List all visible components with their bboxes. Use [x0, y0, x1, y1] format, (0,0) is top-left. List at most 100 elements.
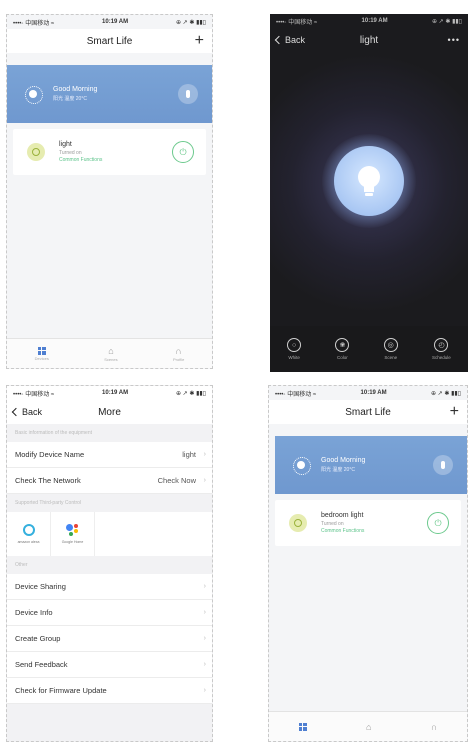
weather-detail: 阳光 温度 20°C	[321, 467, 355, 473]
battery-indicators: ⊕ ↗ ✱ ▮▮▯	[175, 390, 206, 397]
chevron-right-icon: ›	[203, 661, 206, 668]
section-basic-info: Basic information of the equipment	[7, 424, 212, 442]
control-schedule[interactable]: ◴ Schedule	[432, 338, 451, 360]
third-party-controls: amazon alexa Google Home	[7, 512, 212, 556]
page-title: Smart Life	[86, 35, 133, 47]
create-group-row[interactable]: Create Group ›	[7, 626, 212, 652]
scene-icon: ◎	[383, 338, 398, 352]
common-functions-link[interactable]: Common Functions	[321, 528, 364, 534]
row-label: Check for Firmware Update	[15, 686, 107, 695]
tab-devices[interactable]	[298, 722, 307, 731]
device-card-light[interactable]: light Turned on Common Functions ⏻	[13, 129, 206, 175]
control-color[interactable]: ❀ Color	[335, 338, 350, 360]
home-icon: ⌂	[366, 721, 372, 732]
tab-bar: ⌂ ∩	[269, 711, 467, 741]
tab-label: Scenes	[104, 356, 118, 362]
grid-icon	[37, 346, 46, 355]
check-network-row[interactable]: Check The Network Check Now ›	[7, 468, 212, 494]
tab-label: Devices	[34, 355, 49, 361]
status-bar: ••••◦ 中国移动 ≈ 10:19 AM ⊕ ↗ ✱ ▮▮▯	[7, 386, 212, 400]
bulb-device-icon	[289, 514, 307, 532]
chevron-right-icon: ›	[203, 583, 206, 590]
row-label: Device Info	[15, 608, 53, 617]
device-state: Turned on	[59, 150, 82, 156]
sun-icon	[293, 457, 311, 475]
back-button[interactable]: Back	[274, 28, 306, 52]
headset-icon: ∩	[430, 721, 438, 732]
power-toggle-button[interactable]: ⏻	[172, 141, 194, 163]
page-title: Smart Life	[345, 406, 391, 418]
status-time: 10:19 AM	[360, 390, 387, 396]
carrier-signal: ••••◦ 中国移动 ≈	[13, 391, 55, 398]
screen-more-settings: ••••◦ 中国移动 ≈ 10:19 AM ⊕ ↗ ✱ ▮▮▯ Back Mor…	[6, 385, 213, 742]
battery-indicators: ⊕ ↗ ✱ ▮▮▯	[430, 390, 461, 397]
back-label: Back	[285, 35, 306, 45]
tab-scenes[interactable]: ⌂ Scenes	[104, 346, 117, 362]
status-time: 10:19 AM	[361, 18, 388, 24]
power-toggle-button[interactable]: ⏻	[427, 512, 449, 534]
carrier-signal: ••••◦ 中国移动 ≈	[13, 20, 55, 27]
page-title: More	[98, 406, 121, 418]
alexa-icon	[22, 524, 35, 536]
nav-bar: Back More	[7, 400, 212, 424]
screen-light-control: ••••◦ 中国移动 ≈ 10:19 AM ⊕ ↗ ✱ ▮▮▯ Back lig…	[270, 14, 468, 372]
back-button[interactable]: Back	[11, 400, 42, 424]
microphone-icon	[186, 90, 190, 98]
status-bar: ••••◦ 中国移动 ≈ 10:19 AM ⊕ ↗ ✱ ▮▮▯	[7, 15, 212, 29]
control-label: White	[288, 355, 300, 360]
grid-icon	[298, 722, 307, 731]
amazon-alexa-item[interactable]: amazon alexa	[7, 512, 51, 556]
row-label: Send Feedback	[15, 660, 68, 669]
chevron-right-icon: ›	[203, 477, 206, 484]
tab-profile[interactable]: ∩ Profile	[173, 346, 184, 362]
power-icon: ⏻	[434, 517, 442, 528]
section-third-party: Supported Third-party Control	[7, 494, 212, 512]
microphone-button[interactable]	[178, 84, 198, 104]
row-label: Modify Device Name	[15, 450, 85, 459]
google-home-item[interactable]: Google Home	[51, 512, 95, 556]
status-bar: ••••◦ 中国移动 ≈ 10:19 AM ⊕ ↗ ✱ ▮▮▯	[270, 14, 468, 28]
chevron-right-icon: ›	[203, 687, 206, 694]
row-label: Device Sharing	[15, 582, 66, 591]
lightbulb-icon	[358, 166, 380, 196]
bulb-toggle-button[interactable]	[334, 146, 404, 216]
device-info-row[interactable]: Device Info ›	[7, 600, 212, 626]
white-light-icon: ○	[287, 338, 302, 352]
chevron-right-icon: ›	[203, 451, 206, 458]
control-label: Schedule	[432, 355, 451, 360]
tab-scenes[interactable]: ⌂	[366, 722, 371, 732]
weather-card: Good Morning 阳光 温度 20°C	[275, 436, 467, 494]
tab-devices[interactable]: Devices	[34, 346, 49, 361]
palette-icon: ❀	[335, 338, 350, 352]
chevron-right-icon: ›	[203, 609, 206, 616]
device-card-bedroom-light[interactable]: bedroom light Turned on Common Functions…	[275, 500, 461, 546]
check-now-value: Check Now	[157, 476, 196, 485]
status-time: 10:19 AM	[102, 390, 129, 396]
common-functions-link[interactable]: Common Functions	[59, 157, 102, 163]
status-time: 10:19 AM	[102, 19, 129, 25]
control-white[interactable]: ○ White	[287, 338, 302, 360]
weather-detail: 阳光 温度 20°C	[53, 96, 87, 102]
tab-profile[interactable]: ∩	[431, 722, 437, 732]
firmware-update-row[interactable]: Check for Firmware Update ›	[7, 678, 212, 704]
nav-bar: Smart Life +	[7, 29, 212, 53]
send-feedback-row[interactable]: Send Feedback ›	[7, 652, 212, 678]
home-icon: ⌂	[108, 345, 114, 356]
device-name-value: light	[182, 450, 196, 459]
row-label: Create Group	[15, 634, 61, 643]
greeting-text: Good Morning	[321, 457, 366, 464]
device-sharing-row[interactable]: Device Sharing ›	[7, 574, 212, 600]
carrier-signal: ••••◦ 中国移动 ≈	[275, 391, 317, 398]
chevron-right-icon: ›	[203, 635, 206, 642]
modify-device-name-row[interactable]: Modify Device Name light ›	[7, 442, 212, 468]
device-state: Turned on	[321, 521, 344, 527]
page-title: light	[359, 34, 379, 46]
add-device-button[interactable]: +	[195, 29, 204, 53]
add-device-button[interactable]: +	[450, 400, 459, 424]
control-scene[interactable]: ◎ Scene	[383, 338, 398, 360]
microphone-button[interactable]	[433, 455, 453, 475]
control-label: Scene	[384, 355, 398, 360]
more-options-button[interactable]: •••	[448, 28, 460, 52]
weather-card: Good Morning 阳光 温度 20°C	[7, 65, 212, 123]
headset-icon: ∩	[175, 345, 182, 356]
